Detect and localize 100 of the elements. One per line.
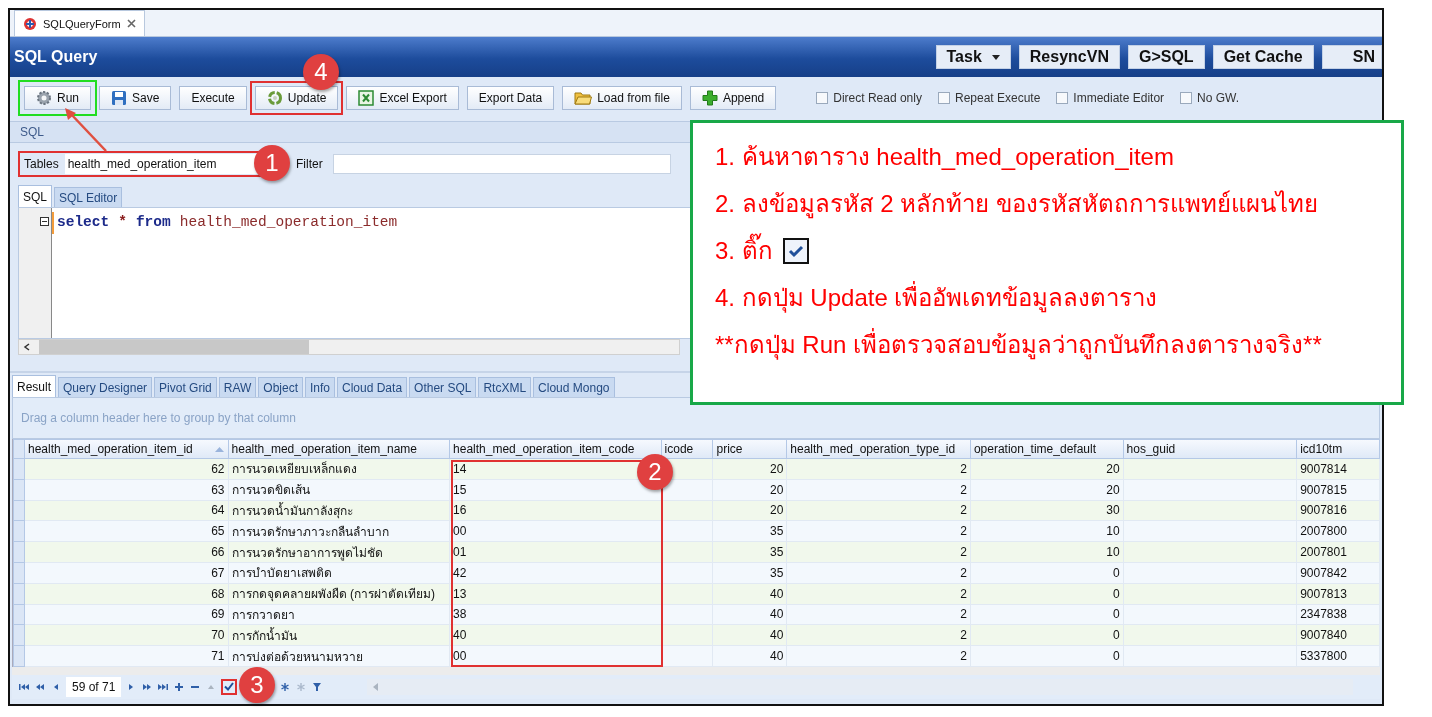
column-header[interactable]: operation_time_default (970, 439, 1124, 459)
column-header[interactable]: health_med_operation_item_id (25, 439, 229, 459)
toolbar-button[interactable]: Excel Export (346, 85, 459, 110)
table-cell: 68 (25, 583, 229, 605)
horizontal-scrollbar[interactable] (367, 678, 1354, 695)
checkbox[interactable] (816, 91, 829, 104)
tab[interactable]: RtcXML (478, 377, 532, 397)
column-header[interactable]: health_med_operation_type_id (787, 439, 971, 459)
scroll-left-icon[interactable] (23, 343, 31, 351)
filter-input[interactable] (332, 154, 671, 174)
tab[interactable]: RAW (218, 377, 257, 397)
checkbox[interactable] (1180, 91, 1193, 104)
checkbox[interactable] (1056, 91, 1069, 104)
table-cell: 00 (450, 646, 662, 667)
collapse-icon[interactable] (40, 217, 49, 226)
row-indicator[interactable] (13, 542, 25, 563)
tab[interactable]: Result (12, 375, 56, 397)
field-label: Tables (24, 157, 59, 171)
row-indicator[interactable] (13, 459, 25, 480)
row-indicator[interactable] (13, 646, 25, 667)
table-cell: 20 (713, 479, 788, 501)
sql-query[interactable]: select * from health_med_operation_item (52, 212, 401, 234)
table-cell: 2 (787, 583, 971, 605)
checkbox[interactable] (937, 91, 950, 104)
tab[interactable]: Query Designer (58, 377, 153, 397)
row-indicator[interactable] (13, 521, 25, 543)
column-header[interactable]: icd10tm (1297, 439, 1380, 459)
table-cell: 2007801 (1297, 542, 1380, 563)
checkbox-label: Repeat Execute (954, 90, 1041, 105)
column-header[interactable]: hos_guid (1123, 439, 1298, 459)
toolbar-button[interactable]: Save (99, 85, 172, 110)
table-cell: 0 (970, 646, 1124, 667)
tab[interactable]: Cloud Mongo (533, 377, 615, 397)
toolbar-button[interactable]: Execute (179, 85, 247, 110)
asterisk-icon[interactable] (279, 680, 292, 693)
check-icon[interactable] (221, 678, 238, 695)
close-icon[interactable] (126, 19, 136, 28)
document-tab[interactable]: SQLQueryForm (14, 10, 145, 36)
spreadsheet-icon (358, 89, 375, 106)
row-indicator[interactable] (13, 500, 25, 522)
table-cell (661, 563, 714, 584)
table-cell: 67 (25, 563, 229, 584)
panel-title: SQL Query (13, 48, 98, 66)
table-cell: 9007815 (1297, 479, 1380, 501)
field-label: Filter (296, 157, 323, 171)
toolbar-button[interactable]: Append (689, 85, 777, 110)
horizontal-scrollbar[interactable] (18, 339, 680, 355)
header-button[interactable]: Get Cache (1212, 45, 1314, 69)
tab[interactable]: Cloud Data (337, 377, 408, 397)
row-indicator[interactable] (13, 479, 25, 501)
checkbox-label: No GW. (1197, 90, 1240, 105)
toolbar-button[interactable]: Export Data (466, 85, 555, 110)
header-button[interactable]: SN (1321, 45, 1382, 69)
row-indicator[interactable] (13, 583, 25, 605)
table-cell: 2 (787, 646, 971, 667)
table-cell: 9007813 (1297, 583, 1380, 605)
instruction-text: 1. ค้นหาตาราง health_med_operation_item (715, 142, 1174, 172)
table-cell: 20 (970, 459, 1124, 480)
checkbox-label: Immediate Editor (1073, 90, 1165, 105)
scrollbar-thumb[interactable] (39, 340, 309, 354)
app-logo-icon (23, 16, 37, 31)
arrow (62, 108, 110, 154)
section-title: SQL (20, 125, 44, 139)
table-cell: 35 (713, 542, 788, 563)
tab[interactable]: Other SQL (409, 377, 477, 397)
filter-icon[interactable] (311, 680, 324, 693)
row-indicator[interactable] (13, 604, 25, 626)
row-indicator[interactable] (13, 563, 25, 584)
table-cell: การบำบัดยาเสพติด (228, 563, 451, 584)
column-header[interactable]: price (713, 439, 788, 459)
group-hint: Drag a column header here to group by that column (21, 411, 296, 425)
tab[interactable]: Object (258, 377, 303, 397)
table-cell: 2 (787, 563, 971, 584)
table-cell (661, 542, 714, 563)
table-cell: การนวดรักษาอาการพูดไม่ชัด (228, 542, 451, 563)
column-header[interactable]: icode (661, 439, 714, 459)
table-cell: 01 (450, 542, 662, 563)
column-header[interactable]: health_med_operation_item_name (228, 439, 451, 459)
table-cell: 71 (25, 646, 229, 667)
row-indicator[interactable] (13, 625, 25, 647)
header-button[interactable]: G>SQL (1127, 45, 1205, 69)
instruction-text: **กดปุ่ม Run เพื่อตรวจสอบข้อมูลว่าถูกบันทึกลงตารางจริง** (715, 327, 1322, 362)
table-cell: 9007814 (1297, 459, 1380, 480)
table-cell: 2 (787, 479, 971, 501)
plus-icon (701, 89, 718, 106)
table-cell: 20 (970, 479, 1124, 501)
tables-input[interactable]: health_med_operation_item (64, 154, 260, 174)
plus-icon[interactable] (173, 680, 186, 693)
instruction-text: 3. ติ๊ก (715, 233, 773, 268)
tab[interactable]: SQL Editor (54, 187, 123, 207)
header-button[interactable]: ResyncVN (1018, 45, 1120, 69)
record-position: 59 of 71 (66, 676, 122, 697)
folder-icon (574, 89, 593, 106)
instruction-text: 4. กดปุ่ม Update เพื่ออัพเดทข้อมูลลงตาราง (715, 280, 1158, 315)
tab[interactable]: Pivot Grid (154, 377, 217, 397)
tab[interactable]: SQL (18, 185, 52, 207)
column-header[interactable]: health_med_operation_item_code (450, 439, 662, 459)
header-button[interactable]: Task (935, 45, 1011, 69)
toolbar-button[interactable]: Load from file (562, 85, 682, 110)
tab[interactable]: Info (305, 377, 335, 397)
